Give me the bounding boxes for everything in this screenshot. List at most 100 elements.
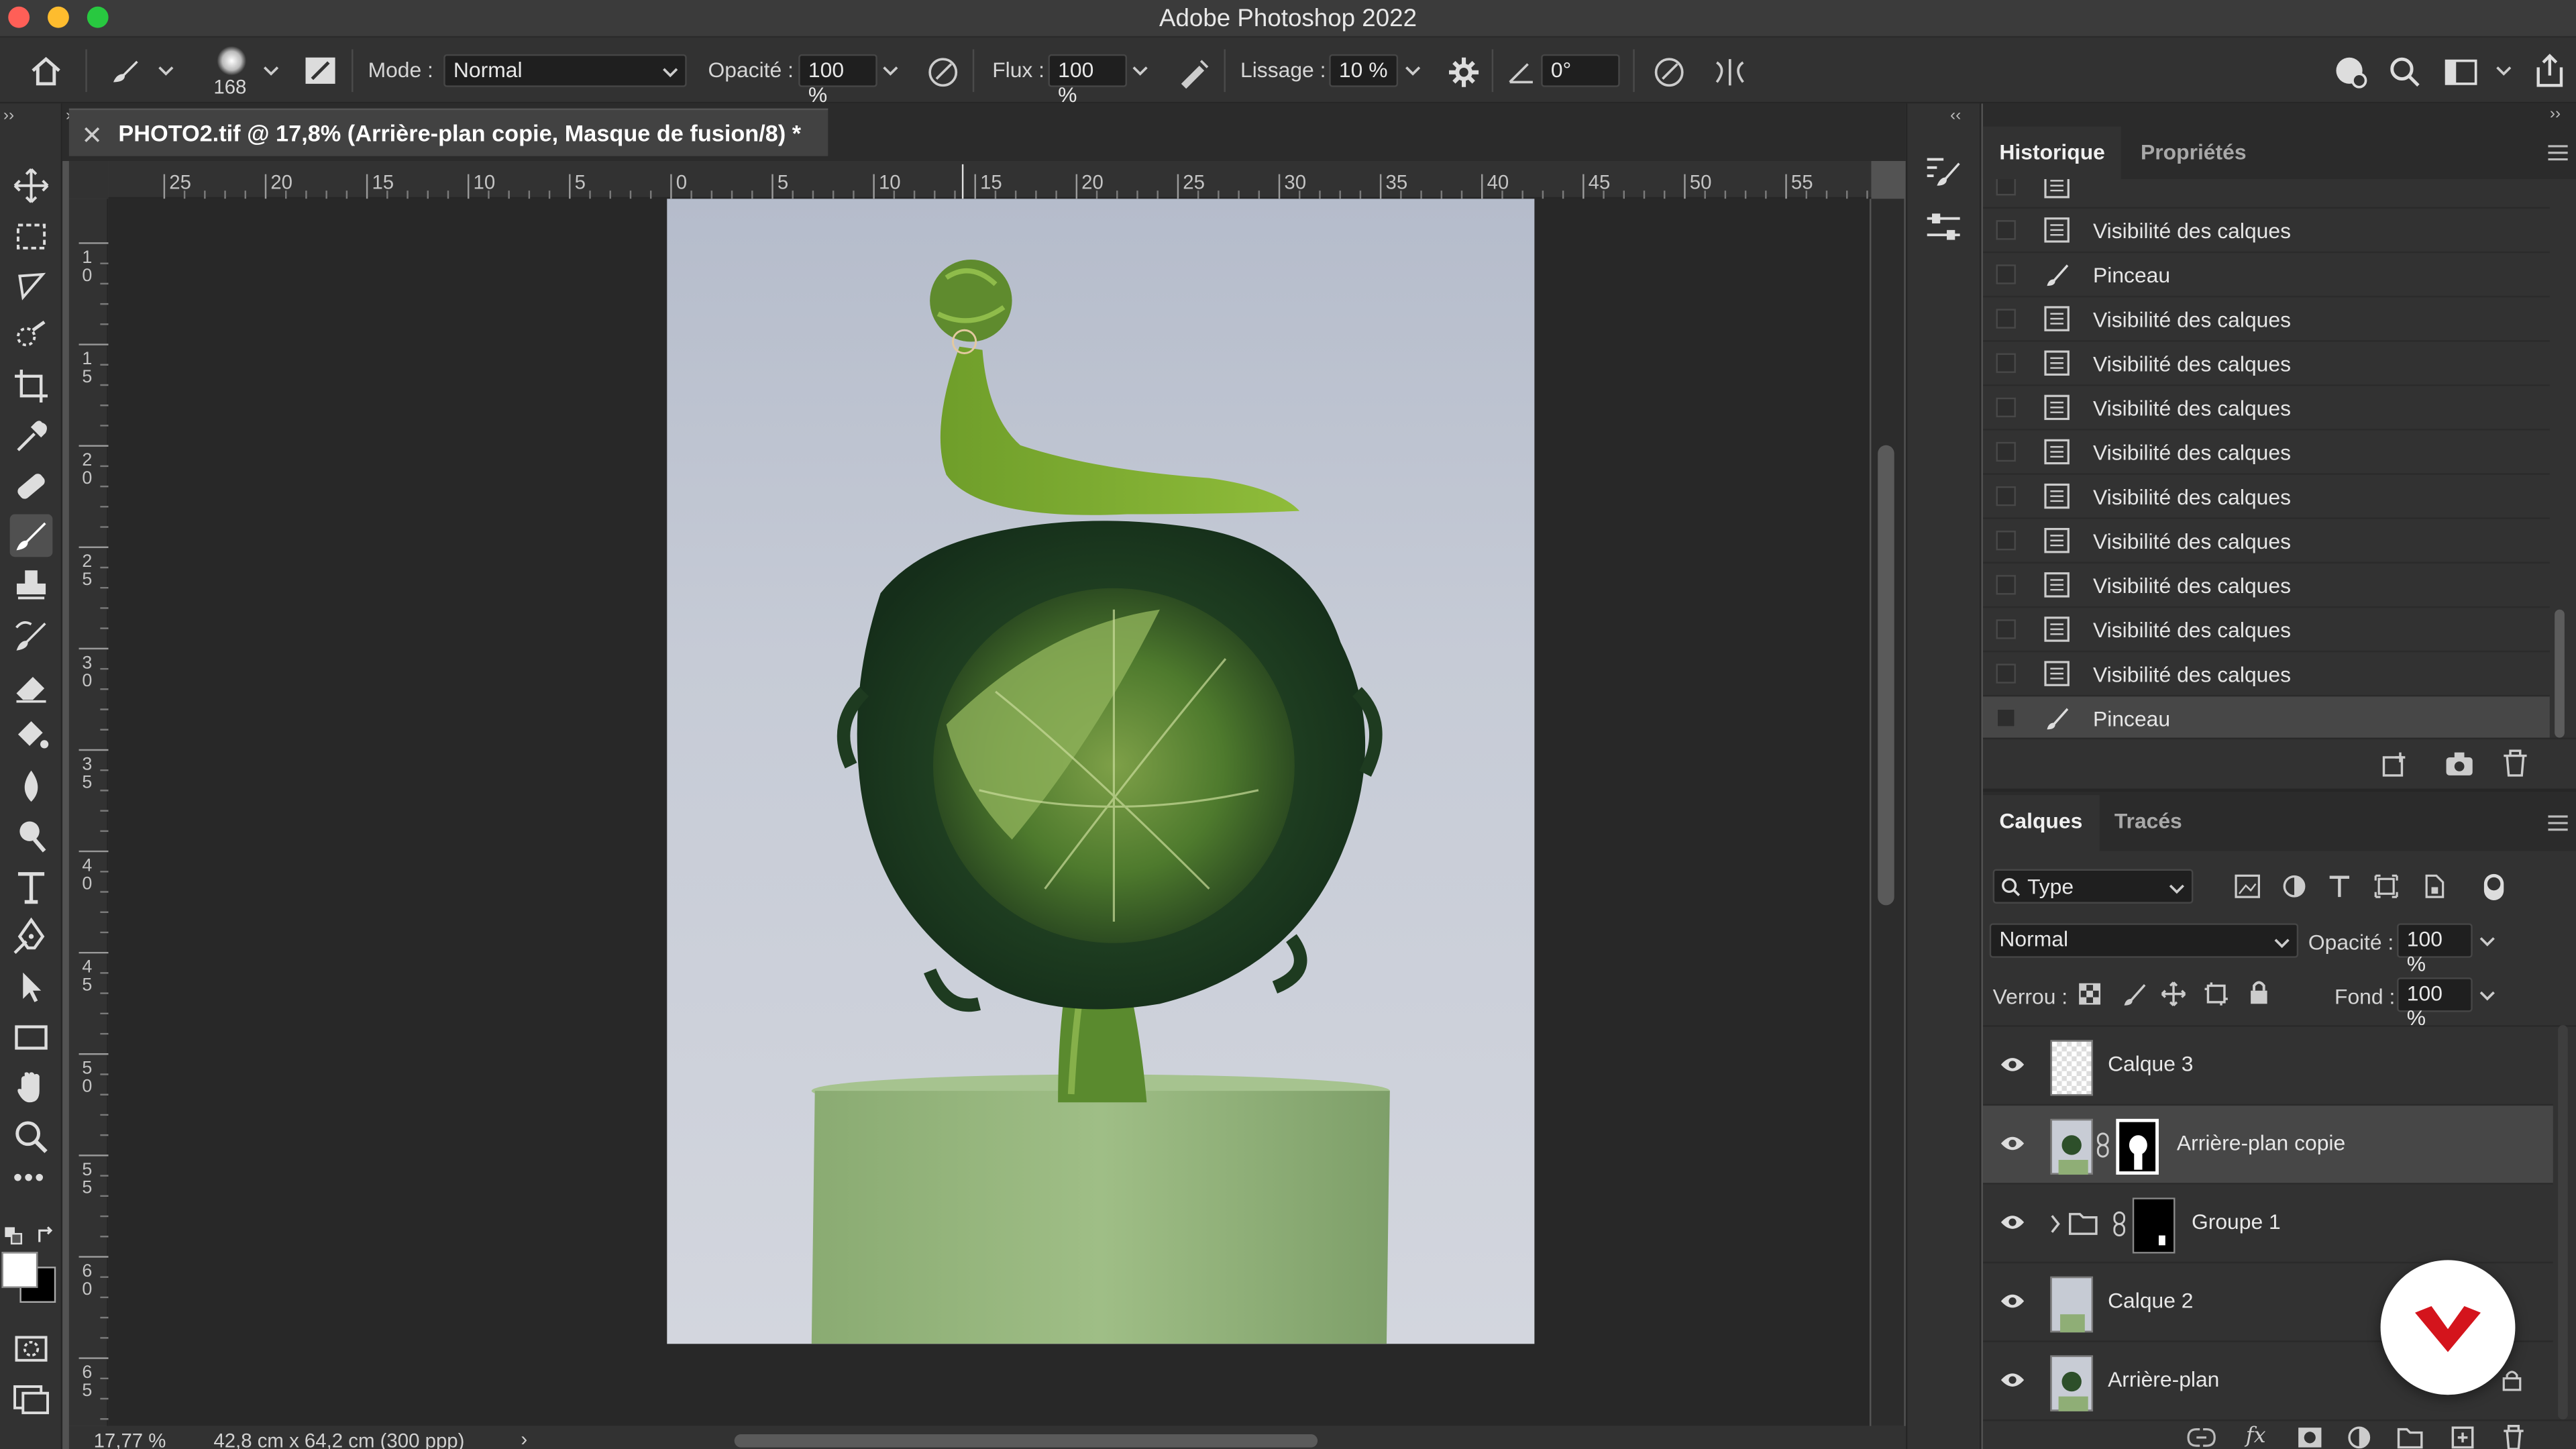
eye-icon[interactable]: [1999, 1291, 2025, 1311]
brush-tool-icon[interactable]: [10, 515, 53, 557]
paint-bucket-tool-icon[interactable]: [10, 714, 53, 757]
horizontal-ruler[interactable]: 25 20 15 10 5 0 5 10 15 20 25 30 35 40 45 50 55: [108, 161, 1872, 199]
pen-tool-icon[interactable]: [10, 915, 53, 958]
brush-preset-icon[interactable]: [217, 46, 247, 76]
workspace-icon[interactable]: [2445, 59, 2477, 85]
chevron-down-icon[interactable]: [2479, 989, 2496, 1002]
healing-brush-tool-icon[interactable]: [10, 465, 53, 508]
filter-toggle-switch[interactable]: [2483, 873, 2504, 901]
history-checkbox[interactable]: [1996, 531, 2016, 551]
panel-menu-icon[interactable]: [2548, 815, 2568, 831]
lock-transparent-pixels-icon[interactable]: [2078, 983, 2101, 1006]
layer-filter-select[interactable]: Type: [1992, 869, 2194, 904]
mode-select[interactable]: Normal: [443, 54, 687, 87]
history-brush-tool-icon[interactable]: [10, 614, 53, 657]
lock-all-icon[interactable]: [2247, 979, 2270, 1006]
add-mask-icon[interactable]: [2297, 1426, 2323, 1449]
link-icon[interactable]: [2096, 1132, 2110, 1158]
filter-shape-layers-icon[interactable]: [2374, 874, 2399, 899]
eyedropper-tool-icon[interactable]: [10, 416, 53, 459]
list-item[interactable]: Visibilité des calques: [1982, 431, 2550, 475]
opacity-input[interactable]: 100 %: [798, 54, 877, 107]
close-icon[interactable]: [84, 127, 100, 143]
list-item[interactable]: Visibilité des calques: [1982, 341, 2550, 386]
tab-paths[interactable]: Tracés: [2098, 795, 2198, 847]
clone-stamp-tool-icon[interactable]: [10, 565, 53, 608]
rectangle-tool-icon[interactable]: [10, 1015, 53, 1058]
horizontal-scroll-thumb[interactable]: [734, 1434, 1318, 1448]
list-item[interactable]: Visibilité des calques: [1982, 519, 2550, 564]
more-tools-icon[interactable]: •••: [13, 1165, 46, 1194]
expand-right-panels-icon[interactable]: ››: [2550, 105, 2561, 123]
history-checkbox[interactable]: [1996, 353, 2016, 373]
airbrush-icon[interactable]: [1176, 56, 1212, 89]
new-layer-icon[interactable]: [2451, 1426, 2474, 1449]
ruler-origin[interactable]: [68, 161, 109, 199]
history-checkbox[interactable]: [1996, 264, 2016, 284]
adjustments-panel-icon[interactable]: [1924, 209, 1964, 245]
pressure-opacity-icon[interactable]: [926, 56, 959, 89]
filter-smart-objects-icon[interactable]: [2422, 874, 2445, 899]
quick-mask-icon[interactable]: [10, 1328, 53, 1371]
brush-settings-icon[interactable]: [304, 56, 337, 85]
brush-settings-panel-icon[interactable]: [1924, 153, 1964, 189]
zoom-tool-icon[interactable]: [10, 1116, 53, 1159]
marquee-tool-icon[interactable]: [10, 215, 53, 258]
layer-row-calque-3[interactable]: Calque 3: [1982, 1027, 2553, 1106]
eye-icon[interactable]: [1999, 1055, 2025, 1074]
history-scrollbar[interactable]: [2553, 179, 2569, 738]
eye-icon[interactable]: [1999, 1370, 2025, 1389]
trash-icon[interactable]: [2502, 1424, 2525, 1449]
collapse-panels-icon[interactable]: ‹‹: [1950, 107, 1961, 125]
filter-adjustment-layers-icon[interactable]: [2282, 874, 2307, 899]
chevron-down-icon[interactable]: [158, 64, 174, 78]
link-layers-icon[interactable]: [2187, 1428, 2216, 1447]
dodge-tool-icon[interactable]: [10, 815, 53, 858]
history-checkbox[interactable]: [1996, 663, 2016, 684]
search-icon[interactable]: [2389, 56, 2422, 89]
vertical-scroll-thumb[interactable]: [1878, 445, 1894, 906]
blur-tool-icon[interactable]: [10, 765, 53, 808]
lock-image-pixels-icon[interactable]: [2121, 981, 2147, 1007]
adjustment-layer-icon[interactable]: [2348, 1426, 2371, 1449]
chevron-down-icon[interactable]: [2496, 64, 2512, 78]
history-checkbox[interactable]: [1996, 397, 2016, 418]
filter-type-layers-icon[interactable]: [2328, 874, 2351, 899]
chevron-down-icon[interactable]: [1132, 64, 1148, 78]
layer-row-groupe-1[interactable]: Groupe 1: [1982, 1185, 2553, 1264]
list-item[interactable]: Visibilité des calques: [1982, 608, 2550, 653]
home-icon[interactable]: [30, 56, 62, 86]
list-item[interactable]: Visibilité des calques: [1982, 652, 2550, 697]
chevron-right-icon[interactable]: [2049, 1214, 2062, 1234]
list-item[interactable]: Visibilité des calques: [1982, 297, 2550, 342]
fill-input[interactable]: 100 %: [2397, 977, 2473, 1030]
filter-pixel-layers-icon[interactable]: [2235, 874, 2261, 899]
canvas-vertical-scrollbar[interactable]: [1871, 199, 1904, 1426]
learn-icon[interactable]: [2333, 54, 2369, 91]
vertical-ruler[interactable]: 101520253035404550556065: [68, 199, 109, 1426]
lock-artboard-icon[interactable]: [2203, 981, 2229, 1007]
link-icon[interactable]: [2112, 1211, 2126, 1237]
canvas-workspace[interactable]: [108, 199, 1870, 1426]
screen-mode-icon[interactable]: [10, 1377, 53, 1419]
tab-history[interactable]: Historique: [1982, 126, 2122, 179]
default-colors-icon[interactable]: [3, 1226, 23, 1245]
layer-opacity-input[interactable]: 100 %: [2397, 923, 2473, 976]
layer-mask-thumbnail[interactable]: [2132, 1197, 2176, 1254]
list-item[interactable]: Pinceau: [1982, 253, 2550, 298]
eye-icon[interactable]: [1999, 1134, 2025, 1153]
crop-tool-icon[interactable]: [10, 365, 53, 408]
gear-icon[interactable]: [1448, 56, 1481, 89]
zoom-level[interactable]: 17,77 %: [94, 1430, 166, 1449]
symmetry-icon[interactable]: [1712, 56, 1748, 89]
history-checkbox[interactable]: [1996, 486, 2016, 506]
blend-mode-select[interactable]: Normal: [1989, 923, 2299, 958]
chevron-down-icon[interactable]: [263, 64, 279, 78]
list-item[interactable]: Visibilité des calques: [1982, 564, 2550, 608]
swap-colors-icon[interactable]: [36, 1226, 56, 1245]
foreground-color-swatch[interactable]: [1, 1252, 38, 1289]
lock-position-icon[interactable]: [2160, 981, 2186, 1007]
list-item[interactable]: [1982, 178, 2550, 209]
smoothing-input[interactable]: 10 %: [1329, 54, 1399, 87]
lasso-tool-icon[interactable]: [10, 264, 53, 307]
